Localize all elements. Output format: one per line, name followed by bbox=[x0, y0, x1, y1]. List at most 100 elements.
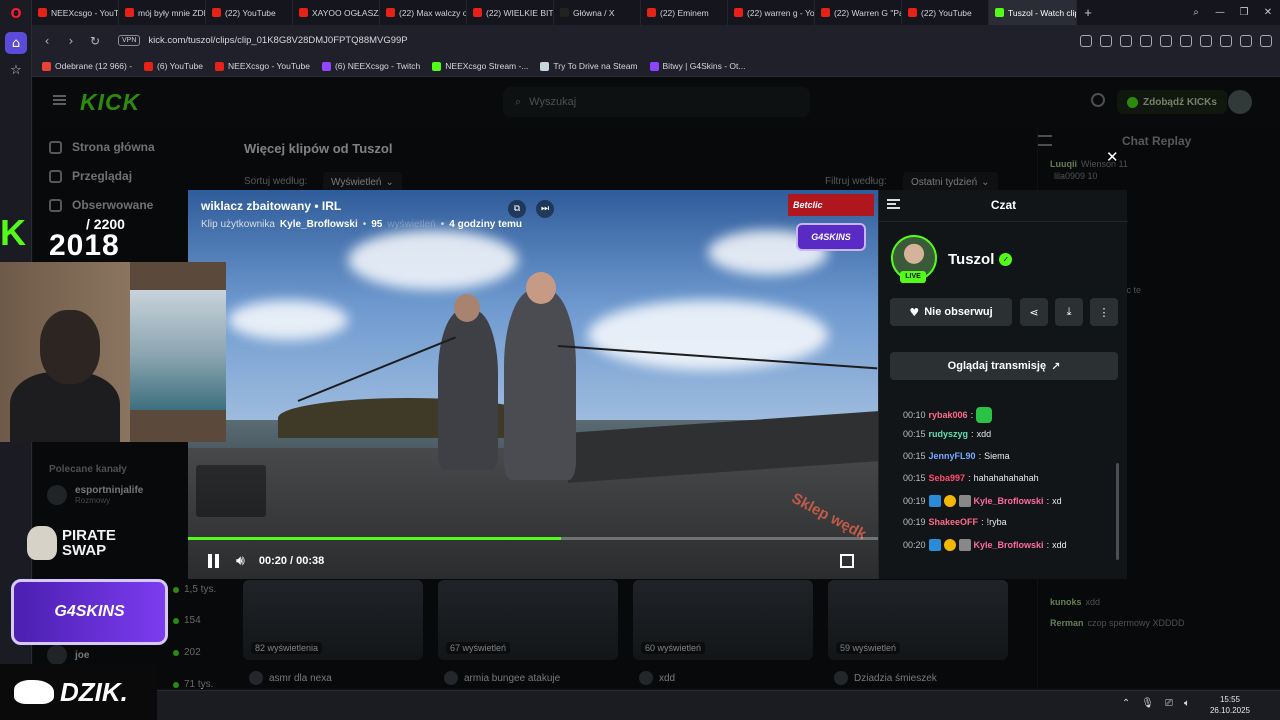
clip-views: 95 bbox=[371, 219, 383, 230]
home-icon[interactable]: ⌂ bbox=[5, 32, 27, 54]
chat-header: Czat bbox=[879, 190, 1128, 222]
watch-stream-button[interactable]: Oglądaj transmisję ↗ bbox=[890, 352, 1118, 380]
browser-tab[interactable]: NEEXcsgo - YouTube bbox=[32, 0, 119, 25]
unfollow-button[interactable]: ♥ Nie obserwuj bbox=[890, 298, 1012, 326]
dzik-text: DZIK. bbox=[60, 676, 128, 707]
progress-bar[interactable] bbox=[188, 537, 878, 540]
profile-icon[interactable] bbox=[1240, 34, 1252, 47]
browser-tab[interactable]: mój były mnie ZDRADZIŁ bbox=[119, 0, 206, 25]
message-username[interactable]: rudyszyg bbox=[929, 429, 969, 439]
message-username[interactable]: Seba997 bbox=[929, 473, 966, 483]
bookmark-label: Try To Drive na Steam bbox=[553, 61, 638, 71]
speaker-icon[interactable]: 🔈︎ bbox=[1184, 698, 1190, 709]
browser-tab[interactable]: (22) Warren G "Par bbox=[815, 0, 902, 25]
tab-label: (22) YouTube bbox=[225, 7, 276, 18]
bookmark-item[interactable]: Try To Drive na Steam bbox=[540, 61, 638, 71]
bookmark-item[interactable]: Odebrane (12 966) - bbox=[42, 61, 132, 71]
chat-scrollbar[interactable] bbox=[1116, 463, 1119, 560]
message-username[interactable]: Kyle_Broflowski bbox=[974, 540, 1044, 550]
more-options-button[interactable]: ⋮ bbox=[1090, 298, 1118, 326]
browser-tab[interactable]: XAYOO OGŁASZA bbox=[293, 0, 380, 25]
bookmarks-bar: Odebrane (12 966) - (6) YouTube NEEXcsgo -… bbox=[32, 56, 1280, 77]
player-icon[interactable] bbox=[1160, 34, 1172, 47]
heart-icon[interactable] bbox=[1180, 34, 1192, 47]
browser-tab[interactable]: (22) Max walczy o bbox=[380, 0, 467, 25]
message-timestamp: 00:15 bbox=[903, 473, 926, 483]
clip-category[interactable]: IRL bbox=[322, 199, 341, 213]
pip-icon[interactable]: ⧉ bbox=[508, 200, 526, 218]
tab-label: NEEXcsgo - YouTube bbox=[51, 7, 119, 18]
tab-favicon-icon bbox=[647, 8, 656, 17]
close-window-icon[interactable]: ✕ bbox=[1256, 7, 1280, 18]
url-text[interactable]: kick.com/tuszol/clips/clip_01K8G8V28DMJ0… bbox=[148, 35, 407, 46]
fullscreen-icon[interactable] bbox=[840, 554, 854, 568]
tab-favicon-icon bbox=[299, 8, 308, 17]
clip-author[interactable]: Kyle_Broflowski bbox=[280, 219, 358, 230]
zoom-icon[interactable] bbox=[1080, 34, 1092, 47]
forward-icon[interactable]: › bbox=[64, 34, 78, 48]
browser-tab[interactable]: Tuszol - Watch clips o bbox=[989, 0, 1077, 25]
reload-icon[interactable]: ↻ bbox=[88, 34, 102, 48]
streamer-name[interactable]: Tuszol ✓ bbox=[948, 251, 1013, 268]
browser-tab[interactable]: (22) WIELKIE BITW bbox=[467, 0, 554, 25]
bookmark-item[interactable]: NEEXcsgo - YouTube bbox=[215, 61, 310, 71]
browser-tab[interactable]: (22) YouTube bbox=[902, 0, 989, 25]
bookmark-item[interactable]: (6) YouTube bbox=[144, 61, 203, 71]
network-icon[interactable]: ⎚ bbox=[1165, 698, 1173, 709]
download-icon[interactable] bbox=[1200, 34, 1212, 47]
bookmark-label: (6) YouTube bbox=[157, 61, 204, 71]
clock-time: 15:55 bbox=[1219, 695, 1241, 704]
bookmark-label: Odebrane (12 966) - bbox=[55, 61, 133, 71]
pause-icon[interactable] bbox=[208, 553, 222, 568]
bookmark-label: NEEXcsgo - YouTube bbox=[228, 61, 310, 71]
streamer-name-text[interactable]: Tuszol bbox=[948, 251, 994, 268]
volume-icon[interactable]: 🔊︎ bbox=[236, 553, 245, 569]
menu-icon[interactable] bbox=[1220, 34, 1232, 47]
window-controls: ⌕ — ❐ ✕ bbox=[1184, 7, 1280, 18]
next-icon[interactable]: ⏭ bbox=[536, 200, 554, 218]
share-button[interactable]: ⋖ bbox=[1020, 298, 1048, 326]
extensions-cube-icon[interactable] bbox=[1260, 34, 1272, 47]
camera-icon[interactable] bbox=[1120, 34, 1132, 47]
clip-player[interactable]: Sklep wędk wiklacz zbaitowany • IRL Klip… bbox=[188, 190, 878, 579]
browser-tab[interactable]: (22) warren g - You bbox=[728, 0, 815, 25]
bookmarks-star-icon[interactable]: ☆ bbox=[5, 59, 27, 81]
tab-label: Tuszol - Watch clips o bbox=[1008, 7, 1076, 18]
clock[interactable]: 15:55 26.10.2025 bbox=[1208, 694, 1252, 716]
url-field[interactable]: VPN kick.com/tuszol/clips/clip_01K8G8V28… bbox=[112, 30, 1070, 52]
boar-icon bbox=[14, 680, 54, 704]
clock-date: 26.10.2025 bbox=[1209, 706, 1251, 715]
video-mini-chat bbox=[196, 465, 266, 517]
browser-tab[interactable]: (22) Eminem bbox=[641, 0, 728, 25]
vpn-badge[interactable]: VPN bbox=[118, 35, 141, 46]
edit-icon[interactable] bbox=[1100, 34, 1112, 47]
message-username[interactable]: JennyFL90 bbox=[929, 451, 976, 461]
close-modal-icon[interactable]: ✕ bbox=[1106, 148, 1119, 166]
bookmark-item[interactable]: Bitwy | G4Skins - Ot... bbox=[649, 61, 746, 71]
message-username[interactable]: rybak006 bbox=[929, 410, 968, 420]
tab-favicon-icon bbox=[473, 8, 482, 17]
address-tools bbox=[1080, 34, 1272, 47]
chat-badge-icon bbox=[958, 495, 971, 507]
bookmark-item[interactable]: NEEXcsgo Stream -... bbox=[432, 61, 528, 71]
chat-badge-icon bbox=[928, 539, 941, 551]
back-icon[interactable]: ‹ bbox=[40, 34, 54, 48]
new-tab-button[interactable]: + bbox=[1077, 5, 1099, 20]
opera-logo-icon[interactable]: O bbox=[5, 3, 27, 25]
download-button[interactable]: ⤓ bbox=[1055, 298, 1083, 326]
search-tabs-icon[interactable]: ⌕ bbox=[1184, 7, 1208, 18]
message-colon: : bbox=[1046, 496, 1050, 506]
message-colon: : bbox=[981, 517, 984, 527]
message-username[interactable]: Kyle_Broflowski bbox=[974, 496, 1044, 506]
maximize-icon[interactable]: ❐ bbox=[1232, 7, 1256, 18]
extension-icon[interactable] bbox=[1140, 34, 1152, 47]
message-username[interactable]: ShakeeOFF bbox=[929, 517, 979, 527]
browser-tab[interactable]: Główna / X bbox=[554, 0, 641, 25]
mic-icon[interactable]: 🎙︎ bbox=[1141, 698, 1154, 709]
tab-favicon-icon bbox=[125, 8, 134, 17]
bookmark-item[interactable]: (6) NEEXcsgo - Twitch bbox=[321, 61, 420, 71]
browser-tab[interactable]: (22) YouTube bbox=[206, 0, 293, 25]
tab-label: (22) warren g - You bbox=[747, 7, 815, 18]
minimize-icon[interactable]: — bbox=[1208, 7, 1232, 18]
tray-chevron-icon[interactable]: ⌃ bbox=[1122, 698, 1130, 709]
